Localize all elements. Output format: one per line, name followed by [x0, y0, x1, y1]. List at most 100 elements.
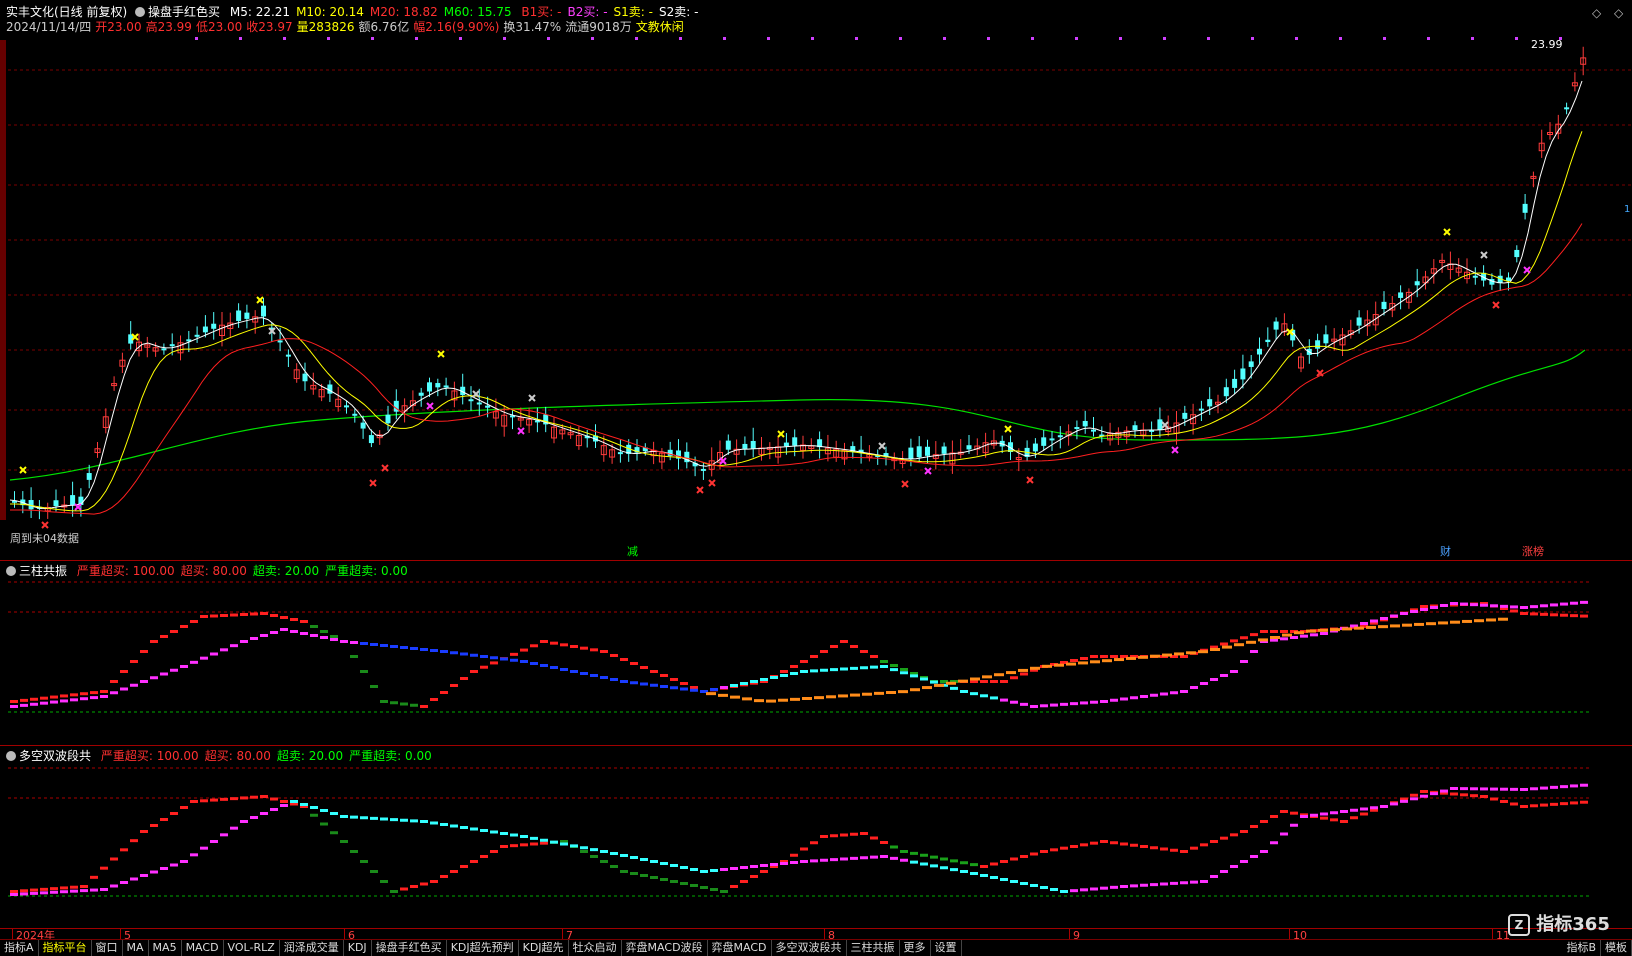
candle-body-down — [1074, 427, 1080, 430]
osc2-magenta-bar — [1180, 881, 1188, 885]
tab-7[interactable]: 润泽成交量 — [280, 940, 344, 956]
tab-10[interactable]: KDJ超先预判 — [447, 940, 519, 956]
signal-x-icon — [369, 479, 377, 487]
osc2-red-bar — [240, 796, 248, 800]
osc2-red-bar — [850, 832, 858, 836]
osc1-orange-bar — [1066, 662, 1076, 666]
osc1-red-bar — [580, 646, 588, 650]
osc1-magenta-bar — [1410, 610, 1418, 613]
right-tab-0[interactable]: 指标B — [1562, 940, 1601, 956]
osc1-magenta-bar — [1220, 674, 1228, 677]
tab-0[interactable]: 指标A — [0, 940, 39, 956]
osc2-red-bar — [310, 813, 318, 817]
osc1-orange-bar — [1246, 640, 1256, 644]
collapse-down-icon[interactable]: ◇ — [1614, 6, 1623, 20]
tab-4[interactable]: MA5 — [149, 940, 182, 956]
osc2-red-bar — [1250, 825, 1258, 828]
signal-x-icon — [381, 464, 389, 472]
osc1-red-bar — [300, 620, 308, 623]
osc1-magenta-bar — [1280, 637, 1288, 641]
top-dot — [1515, 37, 1518, 40]
osc1-orange-bar — [1402, 623, 1412, 627]
osc1-orange-bar — [982, 675, 992, 679]
osc1-orange-bar — [1198, 650, 1208, 654]
osc1-magenta-bar — [1460, 602, 1468, 606]
tab-8[interactable]: KDJ — [344, 940, 372, 956]
osc2-magenta-bar — [970, 872, 978, 875]
osc1-red-bar — [690, 686, 698, 689]
osc2-magenta-bar — [630, 856, 638, 859]
osc1-magenta-bar — [600, 676, 608, 679]
tab-9[interactable]: 操盘手红色买 — [372, 940, 447, 956]
tab-15[interactable]: 多空双波段共 — [772, 940, 847, 956]
osc1-red-bar — [310, 625, 318, 628]
osc2-red-bar — [950, 859, 958, 863]
osc1-magenta-bar — [290, 630, 298, 633]
tab-17[interactable]: 更多 — [900, 940, 931, 956]
osc2-magenta-bar — [1580, 783, 1588, 787]
osc1-red-bar — [1510, 609, 1518, 613]
osc1-magenta-bar — [540, 664, 548, 667]
signal-x-icon — [41, 521, 49, 529]
osc2-red-bar — [150, 824, 158, 827]
osc2-magenta-bar — [80, 889, 88, 893]
osc2-magenta-bar — [1480, 787, 1488, 791]
collapse-up-icon[interactable]: ◇ — [1592, 6, 1601, 20]
osc1-magenta-bar — [830, 668, 838, 672]
candle-body-down — [161, 348, 167, 351]
top-dot — [1383, 37, 1386, 40]
indicator-toggle-icon[interactable] — [135, 7, 146, 17]
candle-body-down — [1232, 378, 1238, 388]
osc1-magenta-bar — [110, 691, 118, 695]
osc1-magenta-bar — [1510, 605, 1518, 609]
tab-16[interactable]: 三柱共振 — [847, 940, 900, 956]
tab-5[interactable]: MACD — [182, 940, 224, 956]
stock-title[interactable]: 实丰文化(日线 前复权) — [6, 5, 127, 19]
quote-field-1: 开23.00 — [95, 20, 142, 34]
candle-body-down — [261, 305, 266, 317]
tab-18[interactable]: 设置 — [931, 940, 962, 956]
indicator-name[interactable]: 操盘手红色买 — [148, 5, 220, 19]
event-marker-finance[interactable]: 财 — [1440, 545, 1451, 559]
osc1-orange-bar — [1462, 619, 1472, 623]
osc1-orange-bar — [994, 673, 1004, 677]
osc2-magenta-bar — [340, 815, 348, 818]
tab-14[interactable]: 弈盘MACD — [708, 940, 772, 956]
panel-2-toggle-icon[interactable] — [6, 751, 16, 761]
osc2-magenta-bar — [1090, 887, 1098, 891]
osc2-red-bar — [940, 857, 948, 861]
tab-3[interactable]: MA — [123, 940, 149, 956]
tab-6[interactable]: VOL-RLZ — [224, 940, 280, 956]
panel-1-toggle-icon[interactable] — [6, 566, 16, 576]
osc1-magenta-bar — [500, 657, 508, 661]
chart-canvas[interactable] — [0, 0, 1632, 955]
osc2-magenta-bar — [430, 821, 438, 825]
right-tab-1[interactable]: 模板 — [1601, 940, 1632, 956]
osc1-magenta-bar — [1550, 603, 1558, 607]
panel-2-title[interactable]: 多空双波段共 — [19, 749, 91, 763]
tab-12[interactable]: 牡众启动 — [569, 940, 622, 956]
osc2-red-bar — [700, 886, 708, 889]
osc1-red-bar — [260, 612, 268, 615]
signal-value-2: S1卖: - — [613, 5, 653, 19]
osc2-red-bar — [330, 831, 338, 835]
osc1-magenta-bar — [360, 642, 368, 645]
candle-body-down — [1506, 277, 1511, 281]
osc1-magenta-bar — [180, 665, 188, 668]
osc1-magenta-bar — [590, 674, 598, 677]
event-marker-limit-up[interactable]: 涨榜 — [1522, 545, 1544, 559]
tab-13[interactable]: 弈盘MACD波段 — [622, 940, 708, 956]
osc1-red-bar — [1180, 655, 1188, 658]
candle-body-down — [742, 443, 748, 449]
tab-2[interactable]: 窗口 — [92, 940, 123, 956]
osc2-red-bar — [380, 880, 388, 883]
tab-11[interactable]: KDJ超先 — [519, 940, 569, 956]
panel-1-title[interactable]: 三柱共振 — [19, 564, 67, 578]
tab-1[interactable]: 指标平台 — [39, 940, 92, 956]
osc1-orange-bar — [1234, 643, 1244, 647]
osc1-orange-bar — [766, 699, 776, 703]
event-marker-reduce[interactable]: 减 — [627, 545, 638, 559]
quote-field-4: 收23.97 — [246, 20, 293, 34]
osc1-red-bar — [150, 640, 158, 643]
osc2-magenta-bar — [1490, 787, 1498, 791]
